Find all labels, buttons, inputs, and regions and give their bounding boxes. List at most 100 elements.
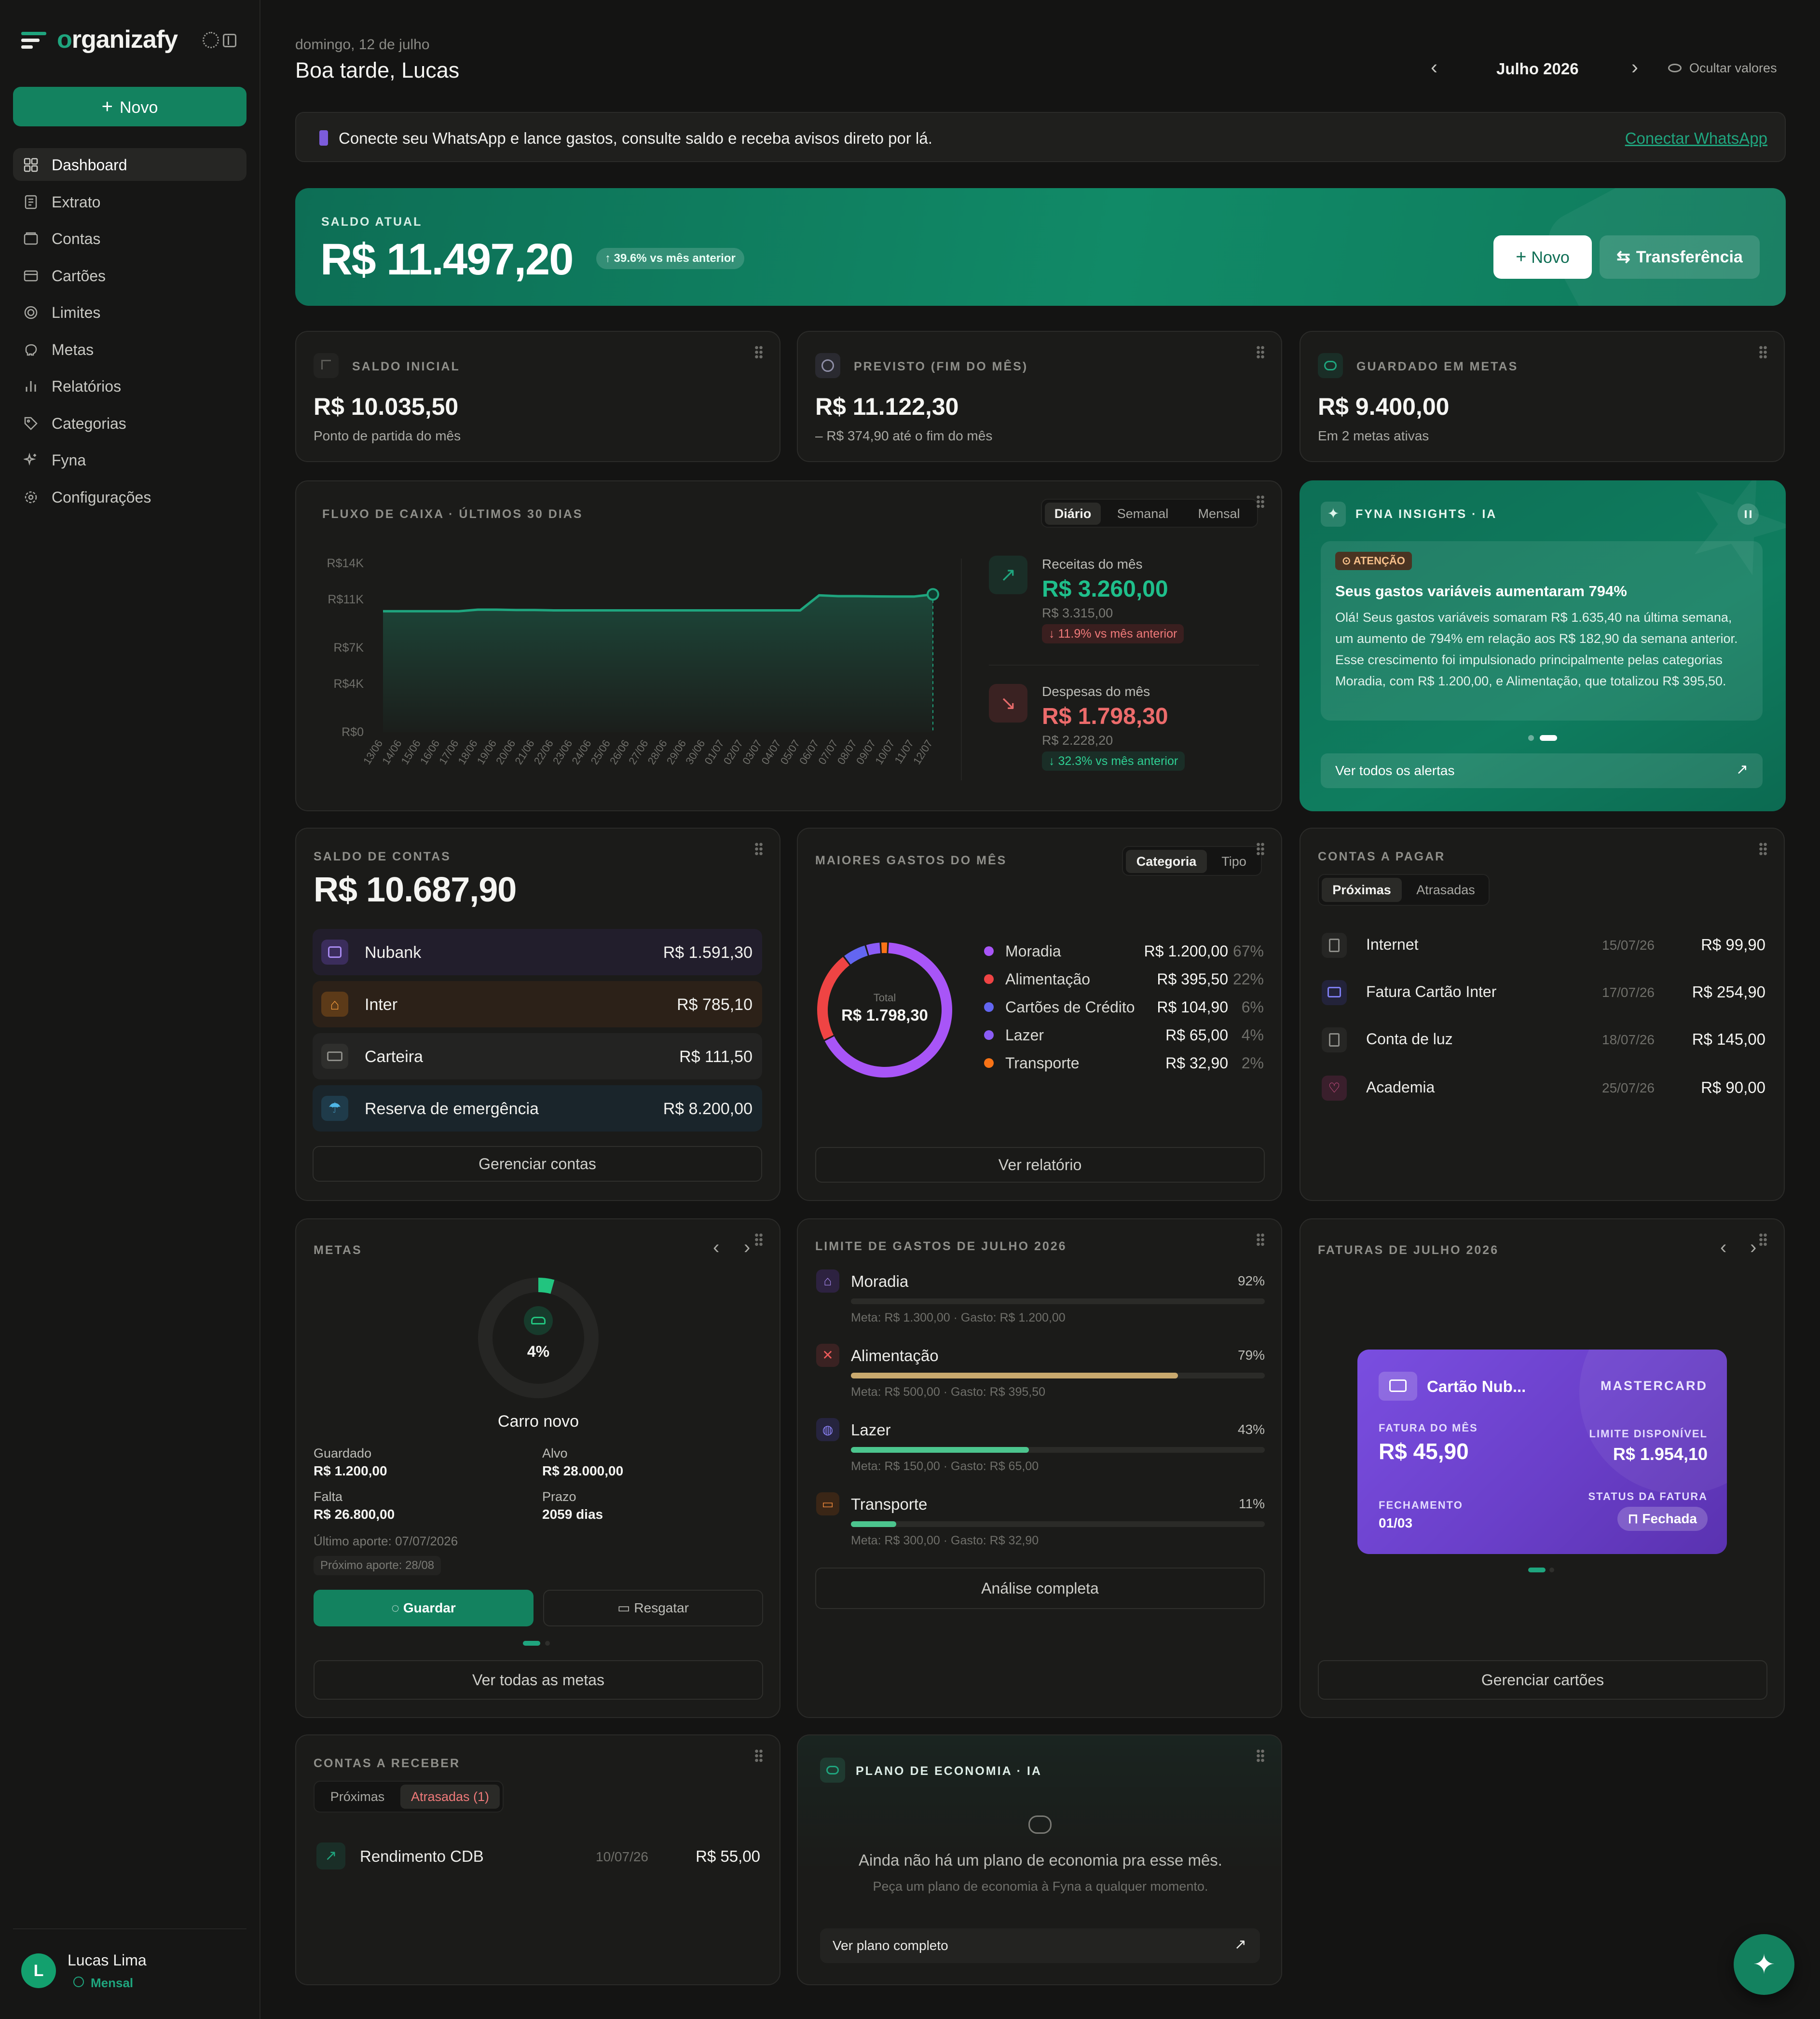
tab-overdue[interactable]: Atrasadas [1405, 878, 1487, 902]
donut-slice[interactable] [866, 942, 881, 955]
drag-handle-icon[interactable] [1256, 495, 1265, 508]
legend-item[interactable]: Cartões de Crédito R$ 104,90 6% [984, 996, 1264, 1016]
manage-accounts-button[interactable]: Gerenciar contas [313, 1146, 762, 1182]
payable-row[interactable]: ♡ Academia 25/07/26 R$ 90,00 [1322, 1068, 1765, 1106]
legend-item[interactable]: Lazer R$ 65,00 4% [984, 1024, 1264, 1044]
cashflow-card: FLUXO DE CAIXA · ÚLTIMOS 30 DIAS Diário … [295, 480, 1282, 811]
drag-handle-icon[interactable] [1256, 842, 1265, 856]
full-analysis-button[interactable]: Análise completa [815, 1568, 1265, 1609]
saved-value: R$ 1.200,00 [314, 1463, 387, 1478]
account-row[interactable]: Carteira R$ 111,50 [313, 1033, 762, 1079]
withdraw-goal-button[interactable]: ▭ Resgatar [543, 1590, 763, 1626]
chart-last-point[interactable] [927, 588, 939, 601]
limit-row[interactable]: ▭ Transporte 11% Meta: R$ 300,00 · Gasto… [816, 1492, 1265, 1565]
user-profile[interactable]: L Lucas Lima Mensal [21, 1944, 243, 1997]
donut-slice[interactable] [881, 942, 888, 954]
payable-row[interactable]: Conta de luz 18/07/26 R$ 145,00 [1322, 1020, 1765, 1058]
account-row[interactable]: ⌂ Inter R$ 785,10 [313, 981, 762, 1027]
drag-handle-icon[interactable] [1759, 842, 1767, 856]
transfer-button[interactable]: ⇆ Transferência [1600, 235, 1760, 279]
x-tick-label: 21/06 [512, 737, 536, 766]
tab-daily[interactable]: Diário [1045, 503, 1101, 525]
tab-category[interactable]: Categoria [1126, 850, 1207, 873]
card-carousel-dot[interactable] [1549, 1568, 1554, 1572]
payable-value: R$ 254,90 [1692, 983, 1765, 1001]
account-name: Reserva de emergência [365, 1100, 539, 1118]
drag-handle-icon[interactable] [754, 1749, 763, 1762]
drag-handle-icon[interactable] [1759, 1233, 1767, 1246]
next-month-button[interactable]: › [1631, 57, 1646, 77]
sidebar-item-cartoes[interactable]: Cartões [13, 259, 246, 292]
carousel-dot[interactable] [1528, 735, 1534, 741]
manage-cards-button[interactable]: Gerenciar cartões [1318, 1660, 1767, 1700]
tab-upcoming[interactable]: Próximas [1322, 878, 1402, 902]
sidebar-item-metas[interactable]: Metas [13, 333, 246, 366]
goal-carousel-dot-active[interactable] [523, 1641, 540, 1646]
prev-goal-button[interactable]: ‹ [713, 1237, 719, 1258]
view-alerts-link[interactable]: Ver todos os alertas ↗ [1321, 753, 1763, 788]
tab-monthly[interactable]: Mensal [1183, 503, 1255, 525]
sidebar-item-limites[interactable]: Limites [13, 296, 246, 328]
drag-handle-icon[interactable] [754, 345, 763, 359]
car-icon [524, 1306, 553, 1335]
drag-handle-icon[interactable] [1256, 1749, 1265, 1762]
drag-handle-icon[interactable] [754, 842, 763, 856]
target-label: Alvo [542, 1446, 568, 1460]
sidebar-item-contas[interactable]: Contas [13, 222, 246, 255]
account-row[interactable]: Nubank R$ 1.591,30 [313, 929, 762, 975]
view-all-goals-button[interactable]: Ver todas as metas [314, 1660, 763, 1700]
limit-row[interactable]: ⌂ Moradia 92% Meta: R$ 1.300,00 · Gasto:… [816, 1269, 1265, 1342]
tab-upcoming[interactable]: Próximas [317, 1785, 397, 1809]
umbrella-icon: ☂ [321, 1096, 348, 1121]
limit-percent: 79% [1237, 1348, 1265, 1363]
account-row[interactable]: ☂ Reserva de emergência R$ 8.200,00 [313, 1085, 762, 1132]
month-selector[interactable]: Julho 2026 [1496, 60, 1579, 78]
payable-value: R$ 99,90 [1701, 936, 1765, 954]
limit-row[interactable]: ✕ Alimentação 79% Meta: R$ 500,00 · Gast… [816, 1344, 1265, 1416]
next-goal-button[interactable]: › [744, 1237, 750, 1258]
legend-swatch [984, 1058, 994, 1068]
theme-toggle-icon[interactable] [203, 32, 219, 48]
drag-handle-icon[interactable] [1256, 345, 1265, 359]
tab-weekly[interactable]: Semanal [1107, 503, 1179, 525]
drag-handle-icon[interactable] [754, 1233, 763, 1246]
legend-item[interactable]: Transporte R$ 32,90 2% [984, 1052, 1264, 1072]
legend-item[interactable]: Alimentação R$ 395,50 22% [984, 969, 1264, 988]
sidebar-item-fyna[interactable]: Fyna [13, 443, 246, 476]
income-prev: R$ 3.315,00 [1042, 606, 1113, 620]
tab-type[interactable]: Tipo [1209, 850, 1259, 873]
sidebar-item-categorias[interactable]: Categorias [13, 407, 246, 439]
sidebar-item-extrato[interactable]: Extrato [13, 185, 246, 218]
goal-carousel-dot[interactable] [545, 1641, 550, 1646]
connect-whatsapp-link[interactable]: Conectar WhatsApp [1625, 129, 1767, 148]
prev-month-button[interactable]: ‹ [1431, 57, 1445, 77]
payable-row[interactable]: Internet 15/07/26 R$ 99,90 [1322, 925, 1765, 964]
card-carousel-dot-active[interactable] [1528, 1568, 1546, 1572]
donut-slice[interactable] [844, 945, 868, 965]
hero-new-button[interactable]: + Novo [1493, 235, 1592, 279]
view-savings-plan-link[interactable]: Ver plano completo ↗ [820, 1928, 1260, 1963]
credit-card-visual[interactable]: Cartão Nub... MASTERCARD FATURA DO MÊS R… [1357, 1350, 1727, 1554]
sidebar-item-configuracoes[interactable]: Configurações [13, 480, 246, 513]
tab-overdue[interactable]: Atrasadas (1) [400, 1785, 500, 1809]
collapse-sidebar-icon[interactable] [223, 34, 236, 47]
drag-handle-icon[interactable] [1759, 345, 1767, 359]
carousel-dot-active[interactable] [1540, 735, 1557, 741]
limit-row[interactable]: ◍ Lazer 43% Meta: R$ 150,00 · Gasto: R$ … [816, 1418, 1265, 1490]
pause-button[interactable] [1738, 504, 1759, 525]
target-value: R$ 28.000,00 [542, 1463, 624, 1478]
receivable-row[interactable]: ↗ Rendimento CDB 10/07/26 R$ 55,00 [316, 1836, 760, 1874]
card-decoration [1579, 1350, 1727, 1494]
sidebar-item-relatorios[interactable]: Relatórios [13, 369, 246, 402]
prev-card-button[interactable]: ‹ [1720, 1237, 1726, 1258]
payable-row[interactable]: Fatura Cartão Inter 17/07/26 R$ 254,90 [1322, 972, 1765, 1011]
sidebar-item-dashboard[interactable]: Dashboard [13, 148, 246, 181]
view-report-button[interactable]: Ver relatório [815, 1147, 1265, 1183]
next-card-button[interactable]: › [1750, 1237, 1756, 1258]
fyna-assistant-button[interactable]: ✦ [1734, 1934, 1794, 1995]
save-goal-button[interactable]: ◌ Guardar [314, 1590, 534, 1626]
legend-item[interactable]: Moradia R$ 1.200,00 67% [984, 941, 1264, 960]
menu-icon[interactable] [21, 32, 46, 49]
new-button[interactable]: + Novo [13, 87, 246, 126]
drag-handle-icon[interactable] [1256, 1233, 1265, 1246]
